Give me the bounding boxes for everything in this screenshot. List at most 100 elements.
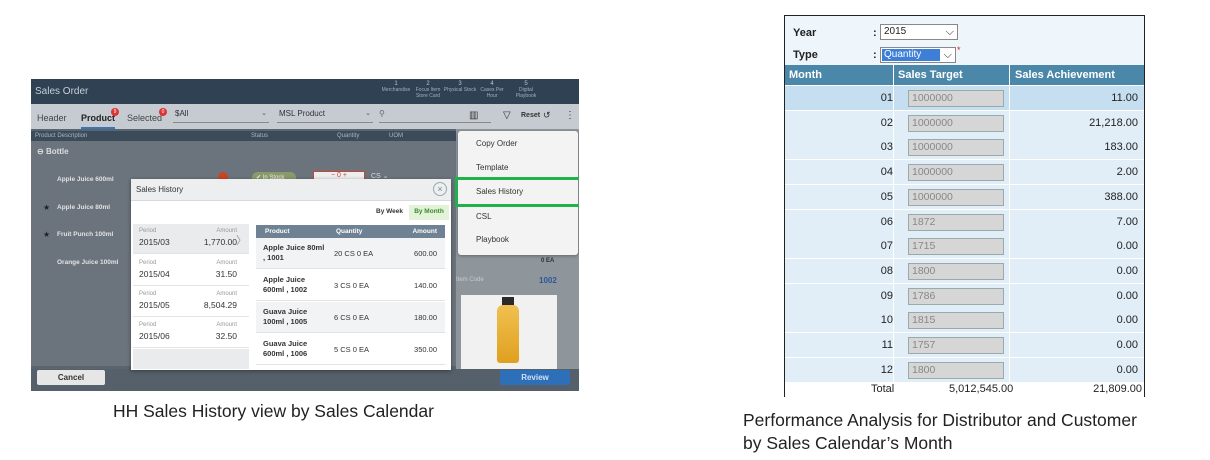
- app-title-bar: Sales Order 1 Merchandise 2 Focus Item Sto…: [31, 79, 579, 104]
- period-row[interactable]: Period 2015/05 Amount 8,504.29: [133, 287, 249, 317]
- tab-product[interactable]: Product: [81, 113, 116, 129]
- table-row: 12 1800 0.00: [785, 357, 1144, 383]
- row-divider: [893, 283, 894, 309]
- year-value: 2015: [884, 26, 907, 37]
- row-divider: [1009, 283, 1010, 309]
- row-divider: [893, 135, 894, 161]
- search-icon: ⚲: [379, 109, 385, 118]
- row-divider: [893, 258, 894, 284]
- col-status: Status: [251, 133, 269, 139]
- table-row: 09 1786 0.00: [785, 283, 1144, 309]
- type-label: Type: [793, 49, 818, 61]
- period-row[interactable]: Period 2015/03 Amount 1,770.00 〉: [133, 224, 249, 254]
- year-label: Year: [793, 27, 817, 39]
- achievement-cell: 7.00: [1116, 215, 1138, 228]
- star-icon[interactable]: ★: [43, 203, 50, 212]
- col-sales-achievement: Sales Achievement: [1015, 69, 1115, 81]
- table-row: 02 1000000 21,218.00: [785, 110, 1144, 136]
- list-item[interactable]: Orange Juice 100ml: [57, 259, 118, 266]
- period-row[interactable]: Period 2015/06 Amount 32.50: [133, 318, 249, 348]
- menu-item-copy-order[interactable]: Copy Order: [476, 139, 517, 148]
- barcode-icon[interactable]: ▥: [469, 110, 478, 121]
- sales-target-input[interactable]: 1000000: [908, 114, 1004, 132]
- sales-target-input[interactable]: 1800: [908, 262, 1004, 280]
- menu-item-template[interactable]: Template: [476, 163, 508, 172]
- type-select[interactable]: Quantity ⌵: [880, 47, 956, 63]
- cancel-button[interactable]: Cancel: [37, 370, 105, 385]
- col-description: Product Description: [35, 133, 88, 139]
- achievement-cell: 0.00: [1116, 240, 1138, 253]
- col-uom: UOM: [389, 133, 403, 139]
- list-item[interactable]: Fruit Punch 100ml: [57, 231, 113, 238]
- list-item[interactable]: Apple Juice 600ml: [57, 176, 114, 183]
- tab-header[interactable]: Header: [37, 113, 67, 123]
- chevron-down-icon: ⌵: [943, 49, 952, 61]
- row-divider: [893, 357, 894, 383]
- menu-item-playbook[interactable]: Playbook: [476, 235, 509, 244]
- reset-button[interactable]: Reset: [521, 112, 540, 119]
- achievement-cell: 21,218.00: [1089, 116, 1138, 129]
- step-digital-playbook[interactable]: 5 Digital Playbook: [509, 81, 543, 99]
- month-value: 09: [880, 289, 893, 302]
- table-row: 11 1757 0.00: [785, 333, 1144, 358]
- by-week-toggle[interactable]: By Week: [373, 205, 406, 219]
- sales-target-input[interactable]: 1000000: [908, 164, 1004, 182]
- row-divider: [893, 234, 894, 260]
- month-value: 07: [880, 240, 893, 253]
- filter-icon[interactable]: ▽: [503, 110, 511, 121]
- period-row[interactable]: Period 2015/04 Amount 31.50: [133, 256, 249, 286]
- sales-target-input[interactable]: 1000000: [908, 139, 1004, 157]
- row-divider: [893, 308, 894, 334]
- group-bottle[interactable]: ⊖ Bottle: [37, 147, 69, 156]
- row-divider: [1009, 357, 1010, 383]
- table-row: 08 1800 0.00: [785, 258, 1144, 284]
- star-icon[interactable]: ★: [43, 230, 50, 239]
- right-caption-line2: by Sales Calendar’s Month: [743, 433, 953, 453]
- table-header: Product Quantity Amount: [256, 225, 445, 238]
- close-icon[interactable]: ×: [433, 182, 447, 196]
- item-code-label: Item Code: [456, 277, 484, 283]
- item-code-value: 1002: [539, 276, 557, 285]
- row-divider: [893, 86, 894, 111]
- row-divider: [1009, 184, 1010, 210]
- month-value: 11: [881, 339, 893, 351]
- by-month-toggle[interactable]: By Month: [409, 205, 449, 220]
- category-filter[interactable]: $All ⌄: [173, 109, 269, 123]
- step-physical-stock[interactable]: 3 Physical Stock: [443, 81, 477, 93]
- sales-target-input[interactable]: 1000000: [908, 90, 1004, 107]
- step-cases-per-hour[interactable]: 4 Cases Per Hour: [475, 81, 509, 99]
- sales-target-input[interactable]: 1815: [908, 312, 1004, 330]
- sales-target-input[interactable]: 1786: [908, 287, 1004, 305]
- table-row: 06 1872 7.00: [785, 209, 1144, 235]
- year-select[interactable]: 2015 ⌵: [880, 24, 958, 40]
- step-focus-item[interactable]: 2 Focus Item Store Card: [411, 81, 445, 99]
- reset-icon[interactable]: ↺: [543, 110, 551, 121]
- table-row: Guava Juice 600ml , 1006 5 CS 0 EA 350.0…: [256, 334, 445, 365]
- sales-target-input[interactable]: 1800: [908, 361, 1004, 379]
- month-value: 01: [880, 92, 893, 104]
- chevron-down-icon: ⌄: [261, 110, 267, 117]
- row-divider: [1009, 86, 1010, 111]
- row-divider: [893, 209, 894, 235]
- step-merchandise[interactable]: 1 Merchandise: [379, 81, 413, 93]
- table-row: Guava Juice 100ml , 1005 6 CS 0 EA 180.0…: [256, 302, 445, 333]
- sales-target-input[interactable]: 1872: [908, 213, 1004, 231]
- sales-target-input[interactable]: 1715: [908, 238, 1004, 256]
- table-row: 07 1715 0.00: [785, 234, 1144, 260]
- month-value: 06: [880, 215, 893, 228]
- month-value: 04: [880, 166, 893, 179]
- list-item[interactable]: Apple Juice 80ml: [57, 204, 110, 211]
- right-caption-line1: Performance Analysis for Distributor and…: [743, 410, 1137, 430]
- sales-target-input[interactable]: 1757: [908, 337, 1004, 354]
- menu-item-csl[interactable]: CSL: [476, 212, 492, 221]
- review-button[interactable]: Review: [500, 370, 570, 385]
- table-row: 04 1000000 2.00: [785, 160, 1144, 186]
- sales-target-input[interactable]: 1000000: [908, 188, 1004, 206]
- msl-filter[interactable]: MSL Product ⌄: [277, 109, 373, 123]
- row-divider: [1009, 258, 1010, 284]
- more-menu-icon[interactable]: ⋮: [565, 110, 575, 121]
- chevron-down-icon: ⌵: [945, 26, 954, 38]
- product-list-header: Product Description Status Quantity UOM: [31, 131, 456, 141]
- achievement-cell: 183.00: [1104, 141, 1138, 154]
- tab-selected[interactable]: Selected: [127, 113, 162, 123]
